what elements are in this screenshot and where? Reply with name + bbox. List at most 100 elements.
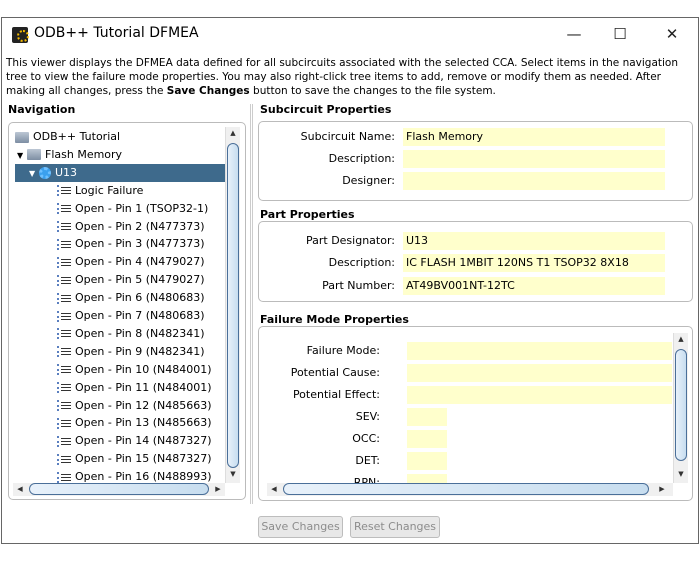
minimize-button[interactable]: — xyxy=(559,22,589,46)
scroll-thumb[interactable] xyxy=(675,349,687,461)
scroll-right-arrow-icon[interactable]: ▶ xyxy=(655,485,669,493)
scroll-thumb[interactable] xyxy=(29,483,209,495)
field-label: Part Number: xyxy=(322,279,395,292)
tree-item-label: Open - Pin 16 (N488993) xyxy=(75,470,212,484)
description-part: button to save the changes to the file s… xyxy=(249,85,496,97)
failure-header: Failure Mode Properties xyxy=(260,313,409,326)
description-text: This viewer displays the DFMEA data defi… xyxy=(6,56,694,98)
close-button[interactable]: ✕ xyxy=(657,22,687,46)
list-icon xyxy=(57,310,71,322)
list-icon xyxy=(57,453,71,465)
tree-item[interactable]: Open - Pin 2 (N477373) xyxy=(57,218,205,236)
tree-item-label: Open - Pin 1 (TSOP32-1) xyxy=(75,201,209,215)
field-input[interactable] xyxy=(407,408,447,426)
tree-item-label: Open - Pin 9 (N482341) xyxy=(75,344,205,358)
tree-item[interactable]: Logic Failure xyxy=(57,182,143,200)
splitter[interactable] xyxy=(250,104,253,504)
failure-vertical-scrollbar[interactable]: ▲ ▼ xyxy=(673,333,688,483)
tree-item[interactable]: Open - Pin 12 (N485663) xyxy=(57,397,212,415)
expand-triangle-icon[interactable]: ▼ xyxy=(29,165,39,183)
field-input[interactable] xyxy=(403,150,665,168)
field-label: DET: xyxy=(355,454,380,467)
tree-item[interactable]: Open - Pin 4 (N479027) xyxy=(57,253,205,271)
scroll-thumb[interactable] xyxy=(283,483,649,495)
tree-item[interactable]: Open - Pin 3 (N477373) xyxy=(57,235,205,253)
list-icon xyxy=(57,346,71,358)
tree-item-label: Open - Pin 12 (N485663) xyxy=(75,398,212,412)
field-input[interactable]: IC FLASH 1MBIT 120NS T1 TSOP32 8X18 xyxy=(403,254,665,272)
tree-item[interactable]: Open - Pin 11 (N484001) xyxy=(57,379,212,397)
tree-item[interactable]: Open - Pin 7 (N480683) xyxy=(57,307,205,325)
list-icon xyxy=(57,400,71,411)
tree-item-label: Open - Pin 3 (N477373) xyxy=(75,237,205,251)
failure-panel: Failure Mode: Potential Cause: Potential E… xyxy=(258,326,693,501)
folder-icon xyxy=(27,149,41,161)
part-panel: Part Designator: U13 Description: IC FLASH … xyxy=(258,221,693,302)
tree-item[interactable]: ▼ U13 xyxy=(15,163,231,183)
tree-item-label: Open - Pin 6 (N480683) xyxy=(75,291,205,305)
scroll-left-arrow-icon[interactable]: ◀ xyxy=(267,485,281,493)
tree-item[interactable]: Open - Pin 1 (TSOP32-1) xyxy=(57,200,208,218)
list-icon xyxy=(57,274,71,286)
tree-item-label: Open - Pin 5 (N479027) xyxy=(75,273,205,287)
field-label: SEV: xyxy=(355,410,380,423)
tree-item-label: Open - Pin 2 (N477373) xyxy=(75,219,205,233)
field-label: Description: xyxy=(328,152,395,165)
part-header: Part Properties xyxy=(260,208,355,221)
app-gears-icon xyxy=(12,27,29,43)
scroll-thumb[interactable] xyxy=(227,143,239,468)
field-input[interactable] xyxy=(407,364,672,382)
tree-item-label: ODB++ Tutorial xyxy=(33,130,121,143)
subcircuit-panel: Subcircuit Name: Flash Memory Description:… xyxy=(258,121,693,201)
tree-item[interactable]: Open - Pin 14 (N487327) xyxy=(57,432,212,450)
scroll-up-arrow-icon[interactable]: ▲ xyxy=(674,335,688,343)
tree-horizontal-scrollbar[interactable]: ◀ ▶ xyxy=(13,483,225,496)
scroll-left-arrow-icon[interactable]: ◀ xyxy=(13,485,27,493)
field-input[interactable] xyxy=(407,452,447,470)
field-input[interactable] xyxy=(403,172,665,190)
list-icon xyxy=(57,292,71,304)
field-input[interactable] xyxy=(407,430,447,448)
scroll-right-arrow-icon[interactable]: ▶ xyxy=(211,485,225,493)
window-title: ODB++ Tutorial DFMEA xyxy=(34,25,199,41)
tree-item[interactable]: Open - Pin 6 (N480683) xyxy=(57,289,205,307)
tree-item[interactable]: ▼ Flash Memory xyxy=(17,146,122,164)
expand-triangle-icon[interactable]: ▼ xyxy=(17,147,27,165)
tree-item-label: Open - Pin 8 (N482341) xyxy=(75,326,205,340)
scroll-up-arrow-icon[interactable]: ▲ xyxy=(226,129,240,137)
maximize-button[interactable]: ☐ xyxy=(605,22,635,46)
subcircuit-header: Subcircuit Properties xyxy=(260,103,392,116)
field-label: OCC: xyxy=(352,432,380,445)
field-input[interactable] xyxy=(407,342,672,360)
field-label: Potential Cause: xyxy=(290,366,380,379)
list-icon xyxy=(57,364,71,376)
save-changes-button[interactable]: Save Changes xyxy=(258,516,343,538)
scroll-down-arrow-icon[interactable]: ▼ xyxy=(226,470,240,478)
tree-item[interactable]: Open - Pin 13 (N485663) xyxy=(57,414,212,432)
field-label: Designer: xyxy=(342,174,395,187)
tree-vertical-scrollbar[interactable]: ▲ ▼ xyxy=(225,127,240,483)
field-input[interactable]: AT49BV001NT-12TC xyxy=(403,277,665,295)
list-icon xyxy=(57,221,71,232)
list-icon xyxy=(57,435,71,447)
tree-item-label: U13 xyxy=(55,165,78,179)
reset-changes-button[interactable]: Reset Changes xyxy=(350,516,440,538)
tree-item[interactable]: Open - Pin 8 (N482341) xyxy=(57,325,205,343)
field-label: Description: xyxy=(328,256,395,269)
tree-item-label: Flash Memory xyxy=(45,147,123,161)
tree-item[interactable]: Open - Pin 9 (N482341) xyxy=(57,343,205,361)
description-bold: Save Changes xyxy=(166,85,250,97)
failure-horizontal-scrollbar[interactable]: ◀ ▶ xyxy=(267,483,673,496)
navigation-header: Navigation xyxy=(8,103,76,116)
scroll-down-arrow-icon[interactable]: ▼ xyxy=(674,470,688,478)
field-input[interactable]: U13 xyxy=(403,232,665,250)
tree-item[interactable]: Open - Pin 5 (N479027) xyxy=(57,271,205,289)
tree-item[interactable]: ODB++ Tutorial xyxy=(15,128,120,146)
tree-item[interactable]: Open - Pin 10 (N484001) xyxy=(57,361,212,379)
list-icon xyxy=(57,238,71,250)
field-input[interactable] xyxy=(407,386,672,404)
field-input[interactable]: Flash Memory xyxy=(403,128,665,146)
navigation-tree[interactable]: ODB++ Tutorial ▼ Flash Memory ▼ U13 Logic Fai… xyxy=(8,122,246,500)
tree-item[interactable]: Open - Pin 15 (N487327) xyxy=(57,450,212,468)
gear-icon xyxy=(39,166,51,179)
